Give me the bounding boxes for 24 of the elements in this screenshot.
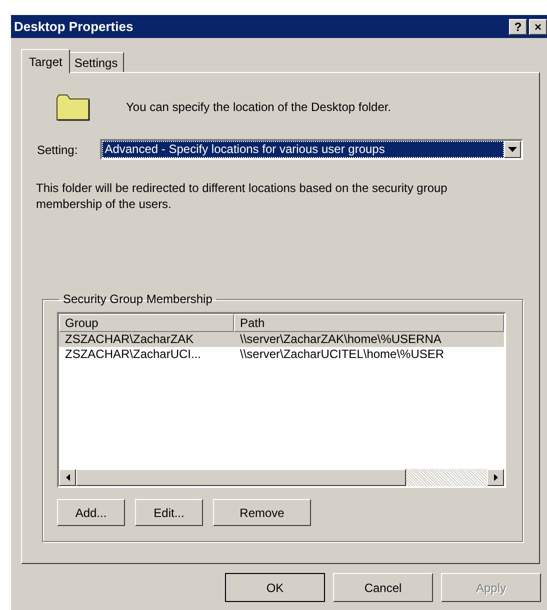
intro-text: You can specify the location of the Desktop folder. [126, 100, 392, 114]
dialog-button[interactable]: Edit... [135, 499, 203, 526]
tab[interactable]: Target [21, 49, 70, 73]
folder-icon [56, 93, 90, 121]
group-box-title: Security Group Membership [62, 292, 214, 306]
scroll-left-icon [66, 474, 70, 481]
help-button[interactable]: ? [509, 18, 527, 34]
dialog-button[interactable]: Add... [57, 499, 125, 526]
description-text: This folder will be redirected to different locations based on the security group membership of the users. [36, 180, 448, 212]
close-button[interactable]: × [529, 18, 547, 34]
dialog-button[interactable]: Cancel [333, 573, 433, 602]
setting-dropdown[interactable]: Advanced - Specify locations for various user groups [100, 139, 523, 160]
list-row[interactable]: ZSZACHAR\ZacharUCI... \\server\ZacharUCITEL\home\%USER [59, 347, 504, 362]
horizontal-scrollbar[interactable] [59, 469, 504, 486]
tab[interactable]: Settings [68, 52, 124, 73]
dropdown-arrow-icon [508, 147, 517, 152]
dialog-button[interactable]: OK [225, 573, 325, 602]
list-row[interactable]: ZSZACHAR\ZacharZAK \\server\ZacharZAK\home\%USERNA [59, 332, 504, 347]
dialog-button[interactable]: Remove [213, 499, 311, 526]
scroll-right-icon [494, 474, 498, 481]
column-header[interactable]: Path [234, 314, 504, 332]
column-header[interactable]: Group [59, 314, 234, 332]
window-title: Desktop Properties [14, 19, 134, 34]
setting-label: Setting: [37, 142, 78, 156]
